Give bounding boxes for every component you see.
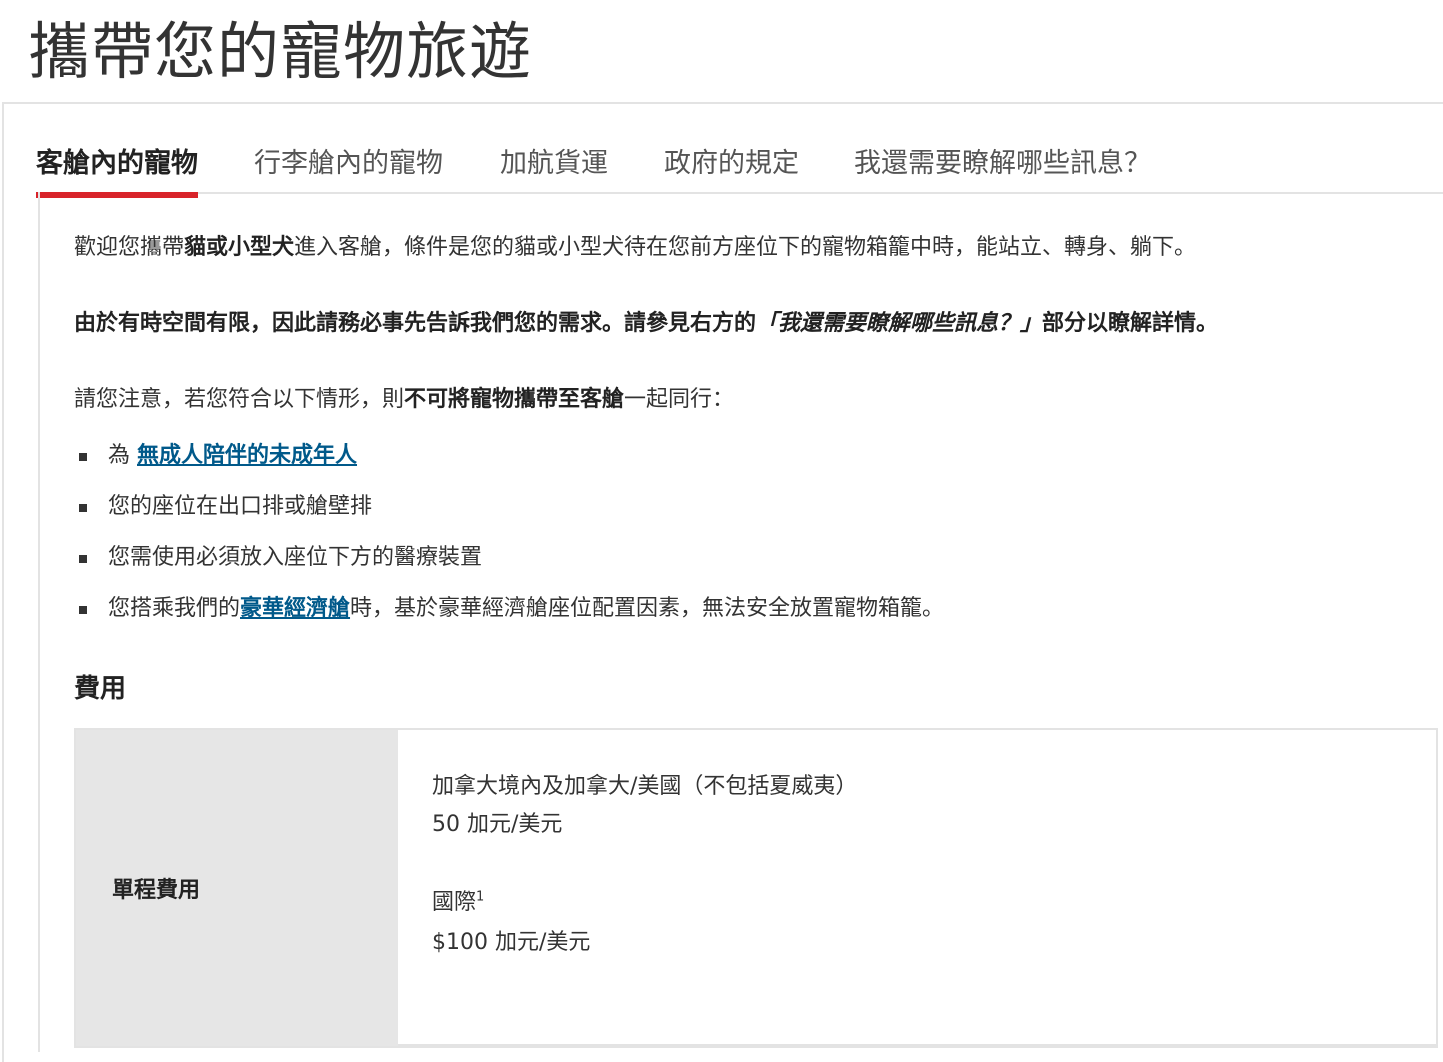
international-fee-price: $100 加元/美元 bbox=[432, 930, 591, 955]
list-item: 您搭乘我們的豪華經濟艙時，基於豪華經濟艙座位配置因素，無法安全放置寵物箱籠。 bbox=[74, 585, 944, 636]
list-item: 為 無成人陪伴的未成年人 bbox=[74, 432, 944, 483]
footnote-marker[interactable]: 1 bbox=[476, 890, 484, 905]
restriction-list: 為 無成人陪伴的未成年人 您的座位在出口排或艙壁排 您需使用必須放入座位下方的醫… bbox=[74, 432, 944, 636]
fee-row-label: 單程費用 bbox=[76, 730, 398, 1046]
page-title: 攜帶您的寵物旅遊 bbox=[28, 15, 533, 88]
fee-details: 加拿大境內及加拿大/美國（不包括夏威夷） 50 加元/美元 國際1 $100 加… bbox=[398, 730, 1436, 1046]
tab-pets-in-baggage[interactable]: 行李艙內的寵物 bbox=[254, 132, 443, 192]
international-fee-label: 國際1 bbox=[432, 889, 485, 915]
intro-paragraph: 歡迎您攜帶貓或小型犬進入客艙，條件是您的貓或小型犬待在您前方座位下的寵物箱籠中時… bbox=[74, 235, 1197, 260]
list-item: 您需使用必須放入座位下方的醫療裝置 bbox=[74, 534, 944, 585]
tab-air-canada-cargo[interactable]: 加航貨運 bbox=[500, 132, 608, 192]
tab-bar: 客艙內的寵物 行李艙內的寵物 加航貨運 政府的規定 我還需要瞭解哪些訊息？ bbox=[36, 132, 1443, 198]
tab-what-else-to-know[interactable]: 我還需要瞭解哪些訊息？ bbox=[854, 132, 1151, 192]
list-item: 您的座位在出口排或艙壁排 bbox=[74, 483, 944, 534]
fees-heading: 費用 bbox=[74, 674, 127, 704]
notice-paragraph: 由於有時空間有限，因此請務必事先告訴我們您的需求。請參見右方的「我還需要瞭解哪些… bbox=[74, 311, 1219, 336]
restriction-paragraph: 請您注意，若您符合以下情形，則不可將寵物攜帶至客艙一起同行： bbox=[74, 387, 735, 412]
tab-pets-in-cabin[interactable]: 客艙內的寵物 bbox=[36, 132, 198, 198]
domestic-fee-label: 加拿大境內及加拿大/美國（不包括夏威夷） bbox=[432, 774, 858, 799]
domestic-fee-price: 50 加元/美元 bbox=[432, 812, 563, 837]
tab-government-regulations[interactable]: 政府的規定 bbox=[664, 132, 799, 192]
premium-economy-link[interactable]: 豪華經濟艙 bbox=[240, 596, 350, 621]
unaccompanied-minors-link[interactable]: 無成人陪伴的未成年人 bbox=[137, 443, 357, 468]
fee-table: 單程費用 加拿大境內及加拿大/美國（不包括夏威夷） 50 加元/美元 國際1 $… bbox=[74, 728, 1438, 1048]
